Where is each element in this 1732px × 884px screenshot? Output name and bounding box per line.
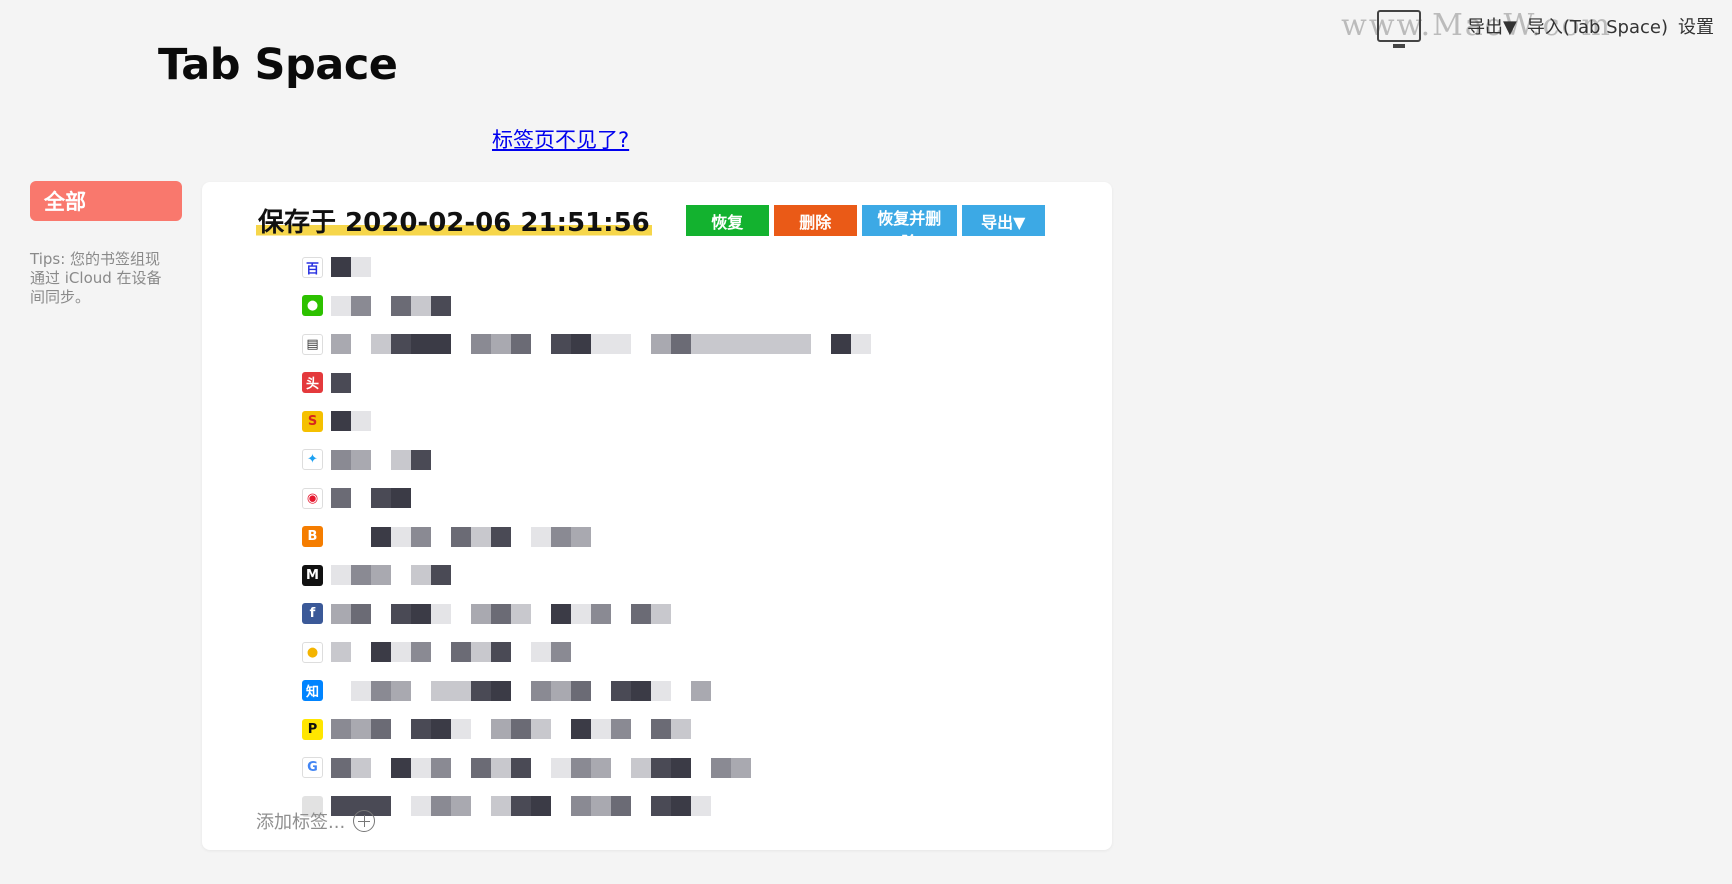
tab-item[interactable]: S <box>302 402 871 441</box>
top-settings-menu[interactable]: 设置 <box>1678 13 1714 39</box>
top-export-menu[interactable]: 导出▼ <box>1467 13 1517 39</box>
tab-item[interactable]: ✦ <box>302 441 871 480</box>
sidebar-item-all[interactable]: 全部 <box>30 181 182 221</box>
baidu-icon: 百 <box>302 256 323 278</box>
tab-title-redacted <box>331 642 571 663</box>
tab-title-redacted <box>331 603 671 624</box>
tab-item[interactable]: f <box>302 595 871 634</box>
tab-title-redacted <box>331 334 871 355</box>
app-title: Tab Space <box>158 40 398 90</box>
producthunt-icon: P <box>302 718 323 740</box>
export-button[interactable]: 导出▼ <box>961 205 1045 236</box>
tab-item[interactable]: 百 <box>302 248 871 287</box>
delete-button[interactable]: 删除 <box>773 205 857 236</box>
restore-button[interactable]: 恢复 <box>685 205 769 236</box>
tab-item[interactable]: ◉ <box>302 479 871 518</box>
top-import-menu[interactable]: 导入(Tab Space) <box>1527 13 1668 39</box>
document-icon: ▤ <box>302 333 323 355</box>
tab-space-page: www.MacW.com 导出▼ 导入(Tab Space) 设置 Tab Sp… <box>0 0 1732 884</box>
tab-item[interactable]: ● <box>302 287 871 326</box>
tab-group-card: 保存于 2020-02-06 21:51:56 恢复 删除 恢复并删除 导出▼ … <box>202 182 1112 850</box>
tab-item[interactable]: M <box>302 556 871 595</box>
facebook-icon: f <box>302 603 323 625</box>
tab-item[interactable]: 头 <box>302 364 871 403</box>
top-menu: 导出▼ 导入(Tab Space) 设置 <box>1377 10 1714 48</box>
blogger-icon: B <box>302 526 323 548</box>
twitter-icon: ✦ <box>302 449 323 471</box>
tab-item[interactable]: ● <box>302 633 871 672</box>
tab-title-redacted <box>331 257 371 278</box>
tab-item[interactable]: G <box>302 749 871 788</box>
restore-and-delete-button[interactable]: 恢复并删除 <box>861 205 957 252</box>
tab-title-redacted <box>331 680 711 701</box>
tab-title-redacted <box>331 488 411 509</box>
medium-icon: M <box>302 564 323 586</box>
tab-item[interactable]: P <box>302 710 871 749</box>
tab-title-redacted <box>331 796 711 817</box>
tab-item[interactable]: 知 <box>302 672 871 711</box>
tab-title-redacted <box>331 411 371 432</box>
wechat-icon: ● <box>302 295 323 317</box>
toutiao-icon: 头 <box>302 372 323 394</box>
add-tag-button[interactable]: 添加标签... <box>256 808 376 834</box>
monitor-icon[interactable] <box>1377 10 1422 48</box>
tab-title-redacted <box>331 449 431 470</box>
tab-title-redacted <box>331 372 351 393</box>
google-icon: G <box>302 757 323 779</box>
zhihu-icon: 知 <box>302 680 323 702</box>
tab-title-redacted <box>331 719 691 740</box>
qq-icon: ● <box>302 641 323 663</box>
plus-circle-icon[interactable] <box>353 810 376 832</box>
lost-tabs-link[interactable]: 标签页不见了? <box>492 124 629 154</box>
tab-title-redacted <box>331 757 751 778</box>
add-tag-label: 添加标签... <box>256 812 346 833</box>
tab-item[interactable] <box>302 787 871 826</box>
tab-title-redacted <box>331 565 451 586</box>
sspai-icon: S <box>302 410 323 432</box>
tab-item[interactable]: B <box>302 518 871 557</box>
sidebar-tips: Tips: 您的书签组现通过 iCloud 在设备间同步。 <box>30 250 162 306</box>
weibo-icon: ◉ <box>302 487 323 509</box>
saved-at-title: 保存于 2020-02-06 21:51:56 <box>256 202 652 239</box>
tab-title-redacted <box>331 526 611 547</box>
tab-title-redacted <box>331 295 471 316</box>
tab-item[interactable]: ▤ <box>302 325 871 364</box>
tab-list: 百 ● ▤ 头 S ✦ ◉ B Mf ● 知 P G <box>302 248 871 826</box>
group-header: 保存于 2020-02-06 21:51:56 恢复 删除 恢复并删除 导出▼ <box>256 202 1050 252</box>
